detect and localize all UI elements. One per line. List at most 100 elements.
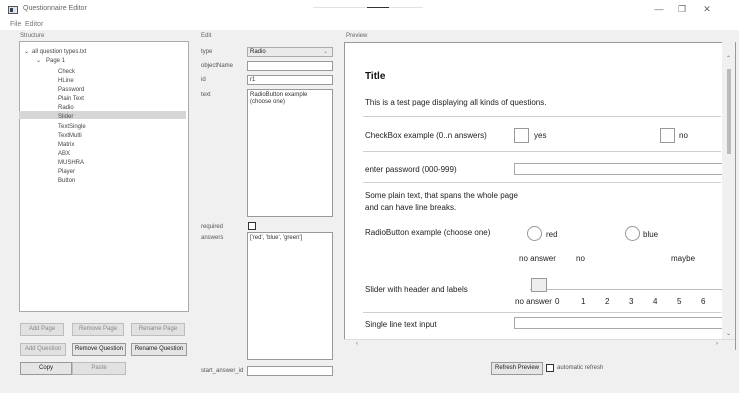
title-bar-decoration: [313, 7, 423, 8]
scroll-up-icon[interactable]: ⌃: [726, 55, 731, 62]
text-label: text: [201, 92, 211, 98]
structure-title: Structure: [20, 33, 45, 39]
radio-question-label: RadioButton example (choose one): [365, 228, 491, 237]
tree-root-expand-icon[interactable]: ⌄: [24, 49, 29, 56]
tree-item-textmulti[interactable]: TextMulti: [58, 133, 82, 140]
slider-tick-4: 4: [653, 297, 658, 306]
preview-divider: [363, 116, 721, 117]
answers-label: answers: [201, 235, 224, 241]
radio-blue[interactable]: [625, 226, 640, 241]
automatic-refresh-checkbox[interactable]: [546, 364, 554, 372]
start-answer-id-field[interactable]: [247, 366, 333, 376]
app-window: Questionnaire Editor — ❐ ✕ File Editor S…: [0, 0, 739, 393]
scroll-left-icon[interactable]: ‹: [356, 341, 358, 347]
slider-tick-2: 2: [605, 297, 610, 306]
tree-item-radio[interactable]: Radio: [58, 105, 74, 112]
required-label: required: [201, 224, 224, 230]
preview-divider: [363, 182, 721, 183]
preview-divider: [363, 312, 721, 313]
type-select-value: Radio: [250, 49, 266, 55]
remove-question-button[interactable]: Remove Question: [72, 343, 126, 356]
window-title: Questionnaire Editor: [23, 5, 87, 12]
id-field[interactable]: r1: [247, 75, 333, 85]
radio-red[interactable]: [527, 226, 542, 241]
tree-root[interactable]: all question types.txt: [32, 49, 86, 56]
preview-horizontal-scrollbar[interactable]: [344, 339, 735, 350]
answers-field[interactable]: ['red', 'blue', 'green']: [247, 232, 333, 360]
rename-question-button[interactable]: Rename Question: [131, 343, 187, 356]
slider-tick-no-answer: no answer: [515, 297, 552, 306]
objectname-field[interactable]: [247, 61, 333, 71]
plain-text-line-2: and can have line breaks.: [365, 203, 457, 212]
tree-page[interactable]: Page 1: [46, 58, 65, 65]
slider-label: Slider with header and labels: [365, 285, 468, 294]
checkbox-question-label: CheckBox example (0..n answers): [365, 131, 487, 140]
password-input[interactable]: [514, 163, 724, 175]
tree-item-abx[interactable]: ABX: [58, 151, 70, 158]
automatic-refresh-label: automatic refresh: [557, 365, 604, 371]
preview-intro-text: This is a test page displaying all kinds…: [365, 98, 547, 107]
checkbox-no[interactable]: [660, 128, 675, 143]
title-bar: Questionnaire Editor — ❐ ✕: [0, 0, 739, 20]
single-line-label: Single line text input: [365, 320, 437, 329]
preview-title: Preview: [346, 33, 368, 39]
tree-item-button[interactable]: Button: [58, 178, 75, 185]
slider-tick-3: 3: [629, 297, 634, 306]
password-label: enter password (000-999): [365, 165, 457, 174]
checkbox-no-label: no: [679, 131, 688, 140]
slider-header-no-answer: no answer: [519, 254, 556, 263]
maximize-button[interactable]: ❐: [675, 3, 689, 16]
structure-tree[interactable]: [19, 41, 189, 312]
minimize-button[interactable]: —: [652, 3, 666, 16]
slider-tick-0: 0: [555, 297, 560, 306]
slider-header-no: no: [576, 254, 585, 263]
tree-item-player[interactable]: Player: [58, 169, 75, 176]
objectname-label: objectName: [201, 63, 234, 69]
tree-item-hline[interactable]: HLine: [58, 78, 74, 85]
app-icon: [8, 6, 18, 14]
start-answer-id-label: start_answer_id: [201, 368, 244, 374]
slider-handle[interactable]: [531, 278, 547, 292]
menu-bar: File Editor: [0, 20, 739, 30]
preview-divider: [363, 151, 721, 152]
single-line-input[interactable]: [514, 317, 724, 329]
checkbox-yes-label: yes: [534, 131, 547, 140]
slider-tick-5: 5: [677, 297, 682, 306]
add-page-button[interactable]: Add Page: [20, 323, 64, 336]
slider-track[interactable]: [530, 289, 722, 290]
tree-item-plain-text[interactable]: Plain Text: [58, 96, 84, 103]
slider-header-maybe: maybe: [671, 254, 696, 263]
radio-red-label: red: [546, 230, 558, 239]
preview-area[interactable]: Title This is a test page displaying all…: [344, 42, 736, 350]
chevron-down-icon: ⌄: [322, 49, 328, 55]
type-select[interactable]: Radio ⌄: [247, 47, 333, 57]
text-field[interactable]: RadioButton example (choose one): [247, 89, 333, 217]
tree-selection-highlight: [19, 111, 186, 119]
edit-title: Edit: [201, 33, 212, 39]
tree-item-textsingle[interactable]: TextSingle: [58, 124, 86, 131]
scroll-right-icon[interactable]: ›: [716, 341, 718, 347]
close-button[interactable]: ✕: [700, 3, 714, 16]
menu-editor[interactable]: Editor: [25, 20, 43, 30]
scroll-down-icon[interactable]: ⌄: [726, 330, 731, 337]
tree-item-mushra[interactable]: MUSHRA: [58, 160, 84, 167]
remove-page-button[interactable]: Remove Page: [72, 323, 124, 336]
add-question-button[interactable]: Add Question: [20, 343, 66, 356]
checkbox-yes[interactable]: [514, 128, 529, 143]
menu-file[interactable]: File: [10, 20, 21, 30]
tree-page-expand-icon[interactable]: ⌄: [36, 58, 41, 65]
paste-button[interactable]: Paste: [72, 362, 126, 375]
rename-page-button[interactable]: Rename Page: [131, 323, 185, 336]
copy-button[interactable]: Copy: [20, 362, 72, 375]
tree-item-slider[interactable]: Slider: [58, 114, 73, 121]
type-label: type: [201, 49, 213, 55]
required-checkbox[interactable]: [248, 222, 256, 230]
tree-item-matrix[interactable]: Matrix: [58, 142, 74, 149]
tree-item-check[interactable]: Check: [58, 69, 75, 76]
refresh-preview-button[interactable]: Refresh Preview: [491, 362, 543, 375]
tree-item-password[interactable]: Password: [58, 87, 84, 94]
radio-blue-label: blue: [643, 230, 659, 239]
preview-page-title: Title: [365, 71, 386, 82]
id-label: id: [201, 77, 206, 83]
preview-vertical-scrollbar-thumb[interactable]: [727, 69, 731, 154]
